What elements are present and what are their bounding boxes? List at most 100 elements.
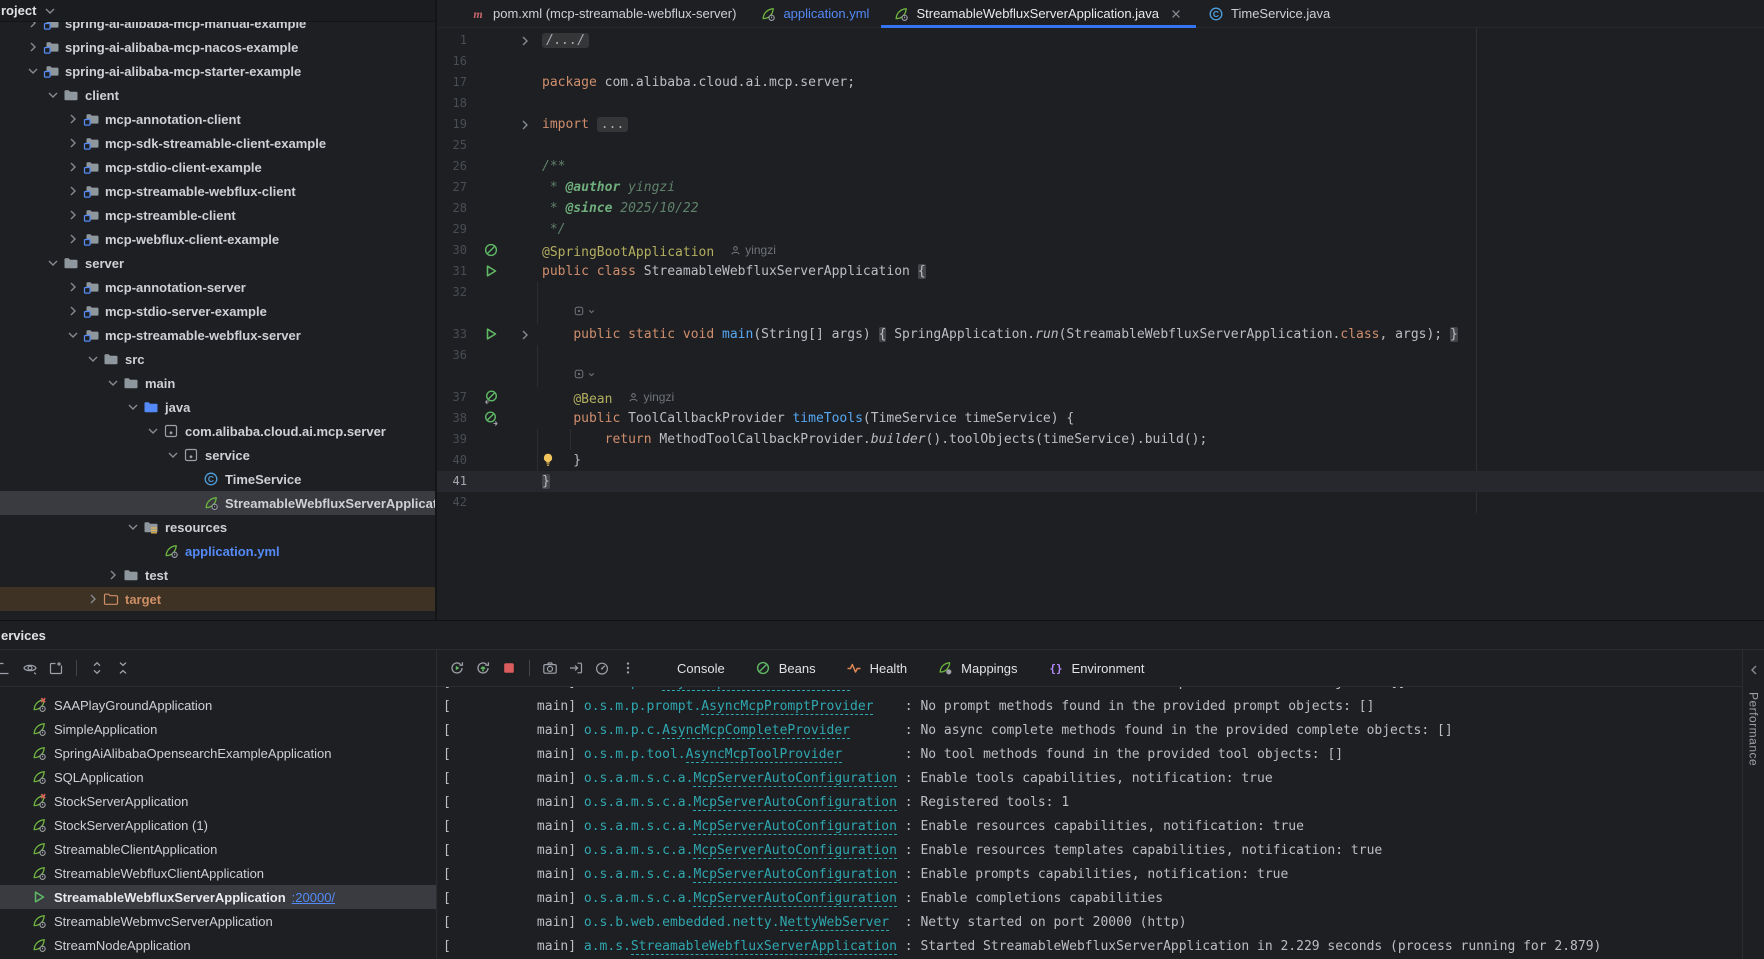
code-line-29[interactable]: 29 */ (437, 219, 1764, 240)
code-line-38[interactable]: 38 public ToolCallbackProvider timeTools… (437, 408, 1764, 429)
code-line-25[interactable]: 25 (437, 135, 1764, 156)
run-icon[interactable] (483, 263, 499, 279)
tab-health[interactable]: Health (846, 660, 908, 676)
chevron-down-icon[interactable] (104, 375, 122, 391)
service-item-SimpleApplication[interactable]: SimpleApplication (0, 717, 436, 741)
chevron-right-icon[interactable] (104, 567, 122, 583)
log-logger-link[interactable]: AsyncMcpResourceProvider (662, 687, 850, 691)
editor-tab-StreamableWebfluxServerApplication.java[interactable]: StreamableWebfluxServerApplication.java (881, 0, 1196, 27)
chevron-right-icon[interactable] (64, 207, 82, 223)
fold-arrow-icon[interactable] (517, 33, 531, 47)
service-item-StreamableClientApplication[interactable]: StreamableClientApplication (0, 837, 436, 861)
run-icon[interactable] (483, 326, 499, 342)
code-inlay-hint-line[interactable] (437, 303, 1764, 324)
chevron-right-icon[interactable] (64, 279, 82, 295)
performance-tab[interactable]: Performance (1747, 692, 1761, 766)
code-line-27[interactable]: 27 * @author yingzi (437, 177, 1764, 198)
code-vision-icon[interactable] (574, 369, 596, 379)
tree-item-application.yml[interactable]: application.yml (0, 539, 435, 563)
code-vision-icon[interactable] (574, 306, 596, 316)
stop-button[interactable] (496, 656, 522, 680)
service-item-SQLApplication[interactable]: SQLApplication (0, 765, 436, 789)
chevron-down-icon[interactable] (124, 399, 142, 415)
chevron-right-icon[interactable] (24, 39, 42, 55)
tree-item-mcp-stdio-client-example[interactable]: mcp-stdio-client-example (0, 155, 435, 179)
chevron-right-icon[interactable] (64, 159, 82, 175)
chevron-right-icon[interactable] (64, 111, 82, 127)
fold-arrow-icon[interactable] (517, 327, 531, 341)
code-line-41[interactable]: 41} (437, 471, 1764, 492)
chevron-down-icon[interactable] (164, 447, 182, 463)
service-item-StreamableWebfluxServerApplication[interactable]: StreamableWebfluxServerApplication:20000… (0, 885, 436, 909)
services-panel-title[interactable]: ervices (0, 621, 1764, 650)
tree-item-mcp-sdk-streamable-client-example[interactable]: mcp-sdk-streamable-client-example (0, 131, 435, 155)
code-line-26[interactable]: 26/** (437, 156, 1764, 177)
rerun-button[interactable] (444, 656, 470, 680)
service-item-StockServerApplication (1)[interactable]: StockServerApplication (1) (0, 813, 436, 837)
log-logger-link[interactable]: McpServerAutoConfiguration (693, 891, 897, 907)
tree-item-spring-ai-alibaba-mcp-nacos-example[interactable]: spring-ai-alibaba-mcp-nacos-example (0, 35, 435, 59)
chevron-down-icon[interactable] (24, 63, 42, 79)
log-logger-link[interactable]: McpServerAutoConfiguration (693, 819, 897, 835)
log-logger-link[interactable]: AsyncMcpPromptProvider (701, 699, 873, 715)
code-line-18[interactable]: 18 (437, 93, 1764, 114)
service-item-SAAPlayGroundApplication[interactable]: SAAPlayGroundApplication (0, 693, 436, 717)
tree-item-java[interactable]: java (0, 395, 435, 419)
code-inlay-hint-line[interactable] (437, 366, 1764, 387)
code-line-19[interactable]: 19import ... (437, 114, 1764, 135)
log-logger-link[interactable]: AsyncMcpCompleteProvider (662, 723, 850, 739)
code-line-17[interactable]: 17package com.alibaba.cloud.ai.mcp.serve… (437, 72, 1764, 93)
tree-item-test[interactable]: test (0, 563, 435, 587)
code-line-33[interactable]: 33 public static void main(String[] args… (437, 324, 1764, 345)
chevron-right-icon[interactable] (64, 231, 82, 247)
chevron-left-icon[interactable] (1746, 662, 1762, 678)
gauge-button[interactable] (589, 656, 615, 680)
code-line-39[interactable]: 39 return MethodToolCallbackProvider.bui… (437, 429, 1764, 450)
tree-item-target[interactable]: target (0, 587, 435, 611)
tab-beans[interactable]: Beans (755, 660, 816, 676)
tree-item-service[interactable]: service (0, 443, 435, 467)
tree-item-spring-ai-alibaba-mcp-manual-example[interactable]: spring-ai-alibaba-mcp-manual-example (0, 22, 435, 35)
log-logger-link[interactable]: NettyWebServer (780, 915, 890, 931)
tree-item-TimeService[interactable]: CTimeService (0, 467, 435, 491)
console-log[interactable]: [ main] o.s.m.p.r.AsyncMcpResourceProvid… (437, 687, 1742, 959)
log-logger-link[interactable]: McpServerAutoConfiguration (693, 795, 897, 811)
tabplus-button[interactable] (43, 656, 69, 680)
code-line-1[interactable]: 1/.../ (437, 30, 1764, 51)
chevron-down-icon[interactable] (144, 423, 162, 439)
tree-item-mcp-annotation-client[interactable]: mcp-annotation-client (0, 107, 435, 131)
tab-environment[interactable]: {}Environment (1048, 660, 1145, 676)
code-line-16[interactable]: 16 (437, 51, 1764, 72)
editor-tab-TimeService.java[interactable]: CTimeService.java (1196, 0, 1342, 27)
chevron-right-icon[interactable] (64, 135, 82, 151)
editor-tab-application.yml[interactable]: application.yml (748, 0, 881, 27)
tree-item-client[interactable]: client (0, 83, 435, 107)
code-line-42[interactable]: 42 (437, 492, 1764, 513)
log-logger-link[interactable]: StreamableWebfluxServerApplication (631, 939, 897, 955)
author-hint[interactable]: yingzi (730, 240, 776, 261)
service-url-link[interactable]: :20000/ (292, 890, 335, 905)
tabplus-clipped-button[interactable] (0, 656, 17, 680)
code-line-28[interactable]: 28 * @since 2025/10/22 (437, 198, 1764, 219)
kebab-button[interactable] (615, 656, 641, 680)
service-item-SpringAiAlibabaOpensearchExampleApplication[interactable]: SpringAiAlibabaOpensearchExampleApplicat… (0, 741, 436, 765)
chevron-right-icon[interactable] (64, 183, 82, 199)
chevron-right-icon[interactable] (24, 22, 42, 31)
chevron-down-icon[interactable] (64, 327, 82, 343)
camera-button[interactable] (537, 656, 563, 680)
tree-item-mcp-streamble-client[interactable]: mcp-streamble-client (0, 203, 435, 227)
chevron-down-icon[interactable] (44, 87, 62, 103)
log-logger-link[interactable]: McpServerAutoConfiguration (693, 867, 897, 883)
log-logger-link[interactable]: AsyncMcpToolProvider (686, 747, 843, 763)
detach-button[interactable] (563, 656, 589, 680)
editor-tab-pom.xml (mcp-streamable-webflux-server)[interactable]: mpom.xml (mcp-streamable-webflux-server) (458, 0, 748, 27)
chevron-right-icon[interactable] (64, 303, 82, 319)
bean-icon[interactable] (483, 242, 499, 258)
tree-item-server[interactable]: server (0, 251, 435, 275)
chevron-down-icon[interactable] (124, 519, 142, 535)
code-editor[interactable]: 1/.../1617package com.alibaba.cloud.ai.m… (437, 28, 1764, 513)
tree-item-mcp-stdio-server-example[interactable]: mcp-stdio-server-example (0, 299, 435, 323)
collapse-all-button[interactable] (110, 656, 136, 680)
fold-arrow-icon[interactable] (517, 117, 531, 131)
author-hint[interactable]: yingzi (628, 387, 674, 408)
